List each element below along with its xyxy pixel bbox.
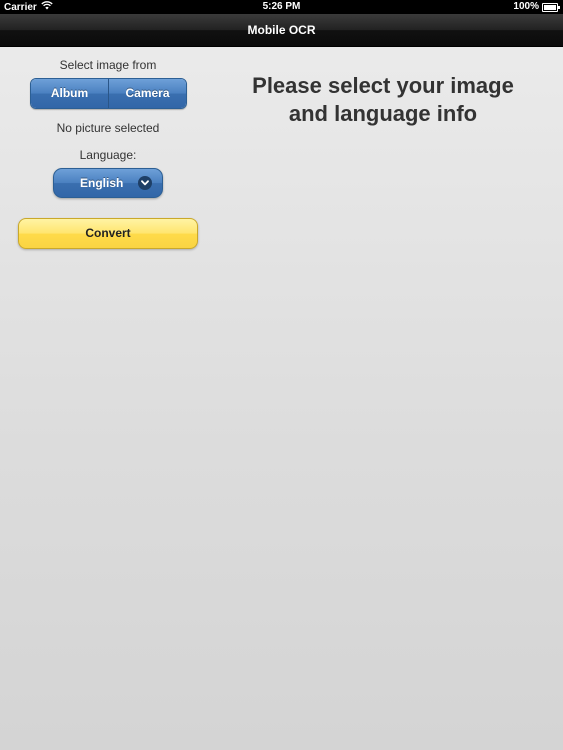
select-image-label: Select image from bbox=[59, 58, 157, 72]
language-label: Language: bbox=[79, 148, 137, 162]
camera-button[interactable]: Camera bbox=[108, 79, 186, 108]
battery-percent: 100% bbox=[513, 1, 539, 12]
nav-bar: Mobile OCR bbox=[0, 14, 563, 47]
heading-line-2: and language info bbox=[288, 101, 478, 126]
status-right: 100% bbox=[513, 1, 560, 12]
picture-status-text: No picture selected bbox=[56, 121, 160, 135]
status-bar: Carrier 5:26 PM 100% bbox=[0, 0, 563, 14]
page-title: Please select your image and language in… bbox=[218, 72, 548, 128]
nav-title: Mobile OCR bbox=[247, 23, 316, 37]
heading-line-1: Please select your image bbox=[252, 73, 514, 98]
image-source-segmented-control: Album Camera bbox=[30, 78, 187, 109]
language-value: English bbox=[80, 176, 124, 190]
status-time: 5:26 PM bbox=[262, 1, 301, 12]
language-select[interactable]: English bbox=[53, 168, 163, 198]
battery-icon bbox=[542, 2, 560, 12]
convert-button[interactable]: Convert bbox=[18, 218, 198, 249]
album-button[interactable]: Album bbox=[31, 79, 108, 108]
chevron-down-icon bbox=[138, 176, 152, 190]
